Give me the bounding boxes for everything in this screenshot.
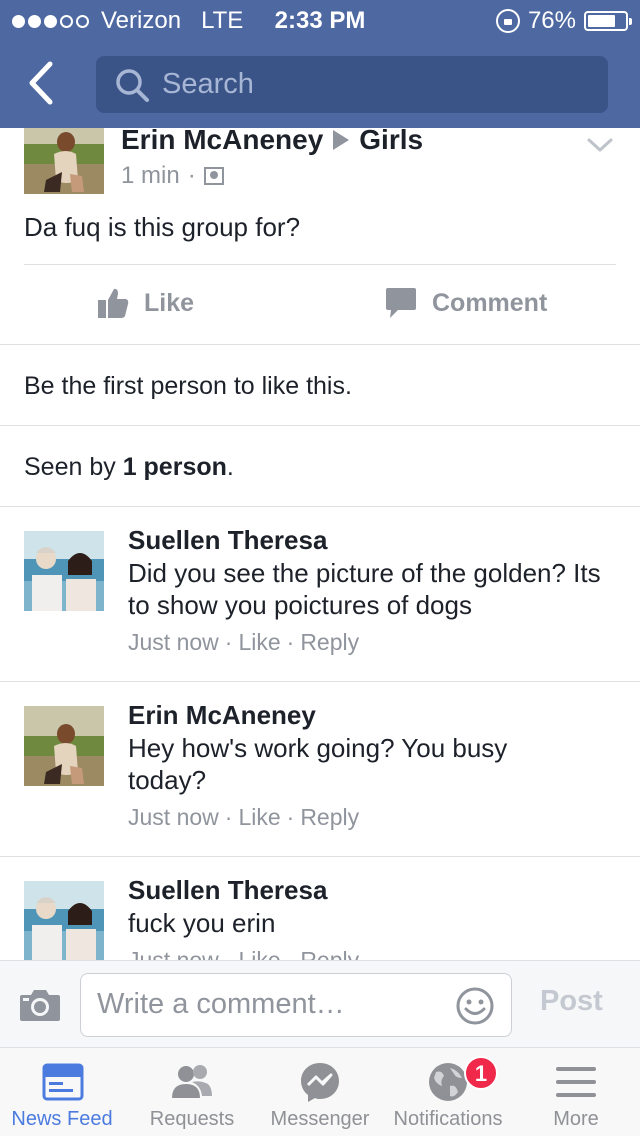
battery-info: 76% bbox=[495, 7, 632, 35]
tab-label: Notifications bbox=[393, 1108, 503, 1130]
seen-by[interactable]: Seen by 1 person. bbox=[24, 453, 234, 482]
post-author-name[interactable]: Erin McAneney bbox=[121, 128, 323, 156]
smiley-icon[interactable] bbox=[455, 986, 495, 1026]
tab-more[interactable]: More bbox=[512, 1048, 640, 1136]
comment-composer: Post bbox=[0, 960, 640, 1048]
comment-text: Did you see the picture of the golden? I… bbox=[128, 558, 601, 620]
chevron-left-icon bbox=[29, 61, 53, 105]
comment-input[interactable] bbox=[97, 988, 447, 1021]
comment-reply-link[interactable]: Reply bbox=[300, 947, 359, 960]
divider bbox=[0, 856, 640, 857]
meta-separator: · bbox=[224, 629, 233, 655]
comment-reply-link[interactable]: Reply bbox=[300, 804, 359, 831]
meta-separator: · bbox=[286, 804, 295, 830]
camera-icon[interactable] bbox=[18, 987, 62, 1023]
comment-time: Just now bbox=[128, 629, 219, 655]
chevron-down-icon[interactable] bbox=[585, 133, 615, 157]
meta-separator: · bbox=[286, 947, 295, 960]
divider bbox=[0, 425, 640, 426]
divider bbox=[0, 506, 640, 507]
avatar[interactable] bbox=[24, 531, 104, 611]
post-header: Erin McAneney Girls 1 min · bbox=[0, 128, 640, 198]
battery-icon bbox=[584, 11, 632, 31]
search-input[interactable] bbox=[162, 68, 582, 101]
likes-summary[interactable]: Be the first person to like this. bbox=[24, 372, 352, 401]
top-bar: Verizon LTE 2:33 PM 76% bbox=[0, 0, 640, 128]
rotation-lock-icon bbox=[495, 9, 520, 33]
comment-meta: Just now · Like · Reply bbox=[128, 947, 359, 960]
post-meta: 1 min · bbox=[121, 162, 224, 190]
comment-item: Suellen Theresa fuck you erin Just now · … bbox=[0, 875, 640, 960]
search-bar[interactable] bbox=[96, 56, 608, 113]
tab-label: Messenger bbox=[270, 1108, 370, 1130]
post-detail[interactable]: Erin McAneney Girls 1 min · Da fuq is th… bbox=[0, 128, 640, 960]
comment-item: Suellen Theresa Did you see the picture … bbox=[0, 525, 640, 681]
tab-notifications[interactable]: 1 Notifications bbox=[384, 1048, 512, 1136]
comment-like-link[interactable]: Like bbox=[238, 947, 280, 960]
avatar[interactable] bbox=[24, 128, 104, 194]
comment-author[interactable]: Suellen Theresa bbox=[128, 875, 327, 906]
group-audience-icon bbox=[203, 167, 224, 185]
notification-badge: 1 bbox=[464, 1056, 498, 1090]
meta-separator: · bbox=[224, 947, 233, 960]
like-label: Like bbox=[144, 288, 195, 317]
comment-meta: Just now · Like · Reply bbox=[128, 629, 359, 656]
comment-time: Just now bbox=[128, 947, 219, 960]
group-name[interactable]: Girls bbox=[359, 128, 423, 156]
tab-messenger[interactable]: Messenger bbox=[256, 1048, 384, 1136]
comment-bubble-icon bbox=[386, 288, 416, 318]
friend-requests-icon bbox=[172, 1065, 212, 1098]
tab-label: Requests bbox=[149, 1108, 235, 1130]
comment-like-link[interactable]: Like bbox=[238, 804, 280, 831]
divider bbox=[0, 681, 640, 682]
comment-field[interactable] bbox=[80, 973, 512, 1037]
comment-time: Just now bbox=[128, 804, 219, 830]
like-button[interactable]: Like bbox=[96, 286, 194, 320]
comment-text: fuck you erin bbox=[128, 908, 276, 938]
comment-text: Hey how's work going? You busy today? bbox=[128, 733, 508, 795]
back-button[interactable] bbox=[22, 58, 72, 112]
tab-label: News Feed bbox=[11, 1108, 113, 1130]
comment-button[interactable]: Comment bbox=[384, 286, 547, 320]
meta-separator: · bbox=[187, 162, 196, 189]
status-bar: Verizon LTE 2:33 PM 76% bbox=[0, 0, 640, 40]
tab-label: More bbox=[553, 1108, 599, 1130]
news-feed-icon bbox=[42, 1063, 84, 1101]
post-time[interactable]: 1 min bbox=[121, 162, 180, 190]
posted-in-arrow-icon bbox=[333, 130, 350, 150]
meta-separator: · bbox=[286, 629, 295, 655]
search-icon bbox=[116, 68, 149, 102]
post-author-line: Erin McAneney Girls bbox=[121, 128, 423, 156]
comment-like-link[interactable]: Like bbox=[238, 629, 280, 656]
thumbs-up-icon bbox=[98, 288, 129, 318]
seen-suffix: . bbox=[226, 453, 234, 481]
comment-author[interactable]: Erin McAneney bbox=[128, 700, 316, 731]
avatar[interactable] bbox=[24, 881, 104, 960]
globe-icon bbox=[429, 1063, 467, 1101]
menu-icon bbox=[556, 1067, 596, 1097]
comment-item: Erin McAneney Hey how's work going? You … bbox=[0, 700, 640, 856]
comment-meta: Just now · Like · Reply bbox=[128, 804, 359, 831]
tab-bar: News Feed Requests Messenger 1 Notificat… bbox=[0, 1048, 640, 1136]
post-button[interactable]: Post bbox=[540, 985, 603, 1018]
avatar[interactable] bbox=[24, 706, 104, 786]
tab-requests[interactable]: Requests bbox=[128, 1048, 256, 1136]
tab-news-feed[interactable]: News Feed bbox=[0, 1048, 124, 1136]
divider bbox=[0, 344, 640, 345]
divider bbox=[24, 264, 616, 265]
messenger-icon bbox=[301, 1063, 339, 1102]
seen-count: 1 person bbox=[122, 453, 227, 481]
comment-reply-link[interactable]: Reply bbox=[300, 629, 359, 656]
post-text: Da fuq is this group for? bbox=[24, 212, 301, 242]
seen-prefix: Seen by bbox=[24, 453, 123, 481]
battery-percent: 76% bbox=[527, 7, 576, 34]
comment-author[interactable]: Suellen Theresa bbox=[128, 525, 327, 556]
comment-label: Comment bbox=[432, 288, 548, 317]
meta-separator: · bbox=[224, 804, 233, 830]
